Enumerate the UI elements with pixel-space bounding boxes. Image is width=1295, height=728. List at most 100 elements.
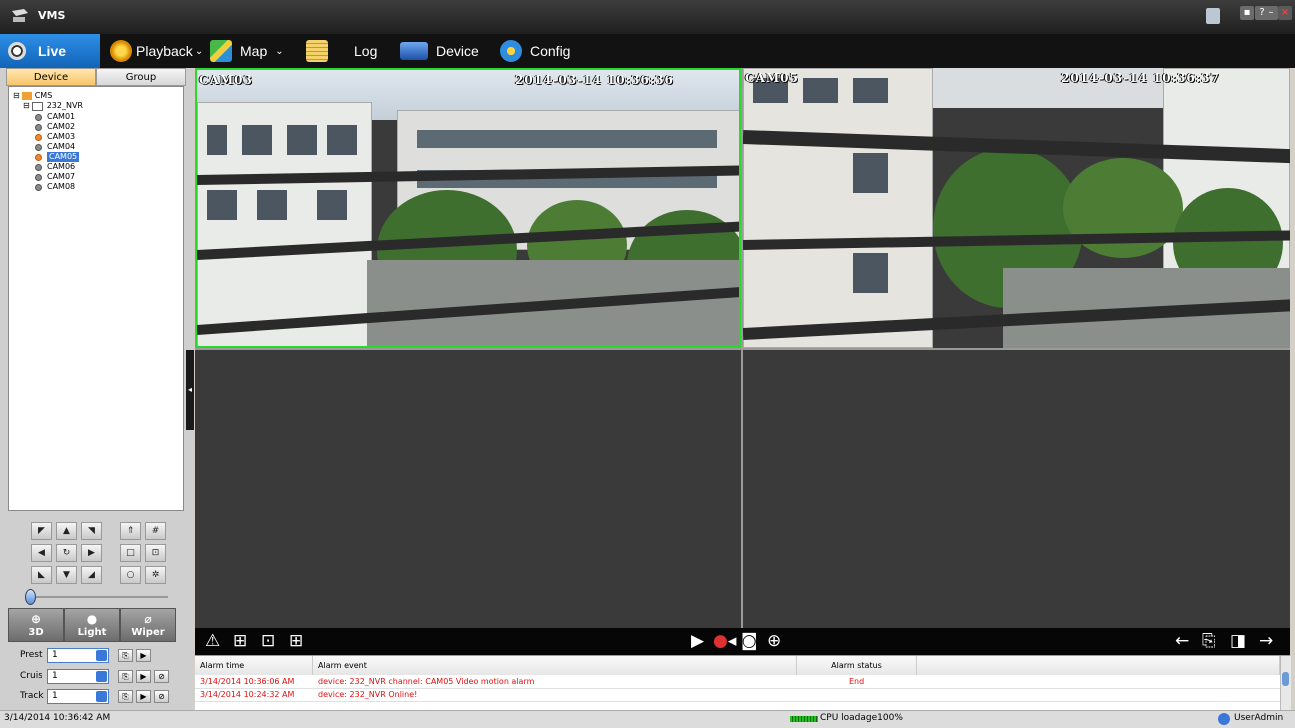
iris-open-button[interactable]: ✲ [145, 566, 166, 584]
table-row[interactable]: 3/14/2014 10:36:06 AM device: 232_NVR ch… [195, 676, 1280, 689]
collapse-icon[interactable]: ⊟ [23, 101, 30, 111]
menu-config[interactable]: Config [500, 34, 570, 68]
ptz-left[interactable]: ◀ [31, 544, 52, 562]
3d-button[interactable]: ⊕ 3D [8, 608, 64, 642]
tree-camera-item[interactable]: CAM03 [35, 132, 75, 142]
menu-playback[interactable]: Playback ⌄ [110, 34, 203, 68]
alarm-warning-icon[interactable]: ⚠ [205, 631, 220, 651]
cruise-input[interactable]: 1 [47, 669, 109, 684]
zoom-in-button[interactable]: ⇑ [120, 522, 141, 540]
network-icon[interactable] [1206, 8, 1220, 24]
track-play-icon[interactable]: ▶ [136, 690, 151, 703]
nvr-icon [31, 101, 43, 111]
col-alarm-status[interactable]: Alarm status [797, 656, 917, 675]
video-pane-1[interactable]: CAM03 2014-03-14 10:36:36 [195, 68, 741, 348]
ptz-auto[interactable]: ↻ [56, 544, 77, 562]
tree-camera-item[interactable]: CAM07 [35, 172, 75, 182]
ptz-right[interactable]: ▶ [81, 544, 102, 562]
spinner-icon[interactable] [96, 671, 107, 682]
preset-set-icon[interactable]: ⎘ [118, 649, 133, 662]
speed-slider-handle[interactable] [25, 589, 36, 605]
preset-play-icon[interactable]: ▶ [136, 649, 151, 662]
tree-camera-item[interactable]: CAM04 [35, 142, 75, 152]
lock-icon[interactable]: ▪ [1240, 6, 1254, 20]
grid-button[interactable]: # [145, 522, 166, 540]
menu-live[interactable]: Live [0, 34, 100, 68]
spinner-icon[interactable] [96, 691, 107, 702]
ptz-down[interactable]: ▼ [56, 566, 77, 584]
status-cpu: CPU loadage100% [820, 713, 903, 723]
track-stop-icon[interactable]: ⊘ [154, 690, 169, 703]
pane1-timestamp: 2014-03-14 10:36:36 [515, 73, 674, 87]
collapse-panel-handle[interactable]: ◂ [186, 350, 194, 430]
tab-group[interactable]: Group [96, 68, 186, 86]
ptz-up-right[interactable]: ◥ [81, 522, 102, 540]
video-pane-3[interactable] [195, 350, 741, 628]
tree-camera-item[interactable]: CAM01 [35, 112, 75, 122]
speed-slider-track[interactable] [28, 596, 168, 598]
layout-grid-icon[interactable]: ⊞ [289, 631, 303, 651]
menu-device[interactable]: Device [400, 34, 479, 68]
focus-far-button[interactable]: ⊡ [145, 544, 166, 562]
close-icon[interactable]: × [1278, 6, 1292, 20]
light-button[interactable]: ● Light [64, 608, 120, 642]
tree-camera-label: CAM05 [47, 152, 80, 162]
spinner-icon[interactable] [96, 650, 107, 661]
home-icon [21, 92, 32, 100]
col-alarm-time[interactable]: Alarm time [195, 656, 313, 675]
cruise-stop-icon[interactable]: ⊘ [154, 670, 169, 683]
menu-map[interactable]: Map ⌄ [210, 34, 284, 68]
tree-camera-label: CAM06 [47, 162, 76, 171]
col-empty [917, 656, 1280, 675]
main-menu-bar: Live Playback ⌄ Map ⌄ Log Device Config [0, 34, 1295, 68]
camera-icon [35, 113, 42, 121]
menu-log[interactable]: Log [306, 34, 377, 68]
track-input[interactable]: 1 [47, 689, 109, 704]
layout-quad-icon[interactable]: ⊞ [233, 631, 247, 651]
col-alarm-event[interactable]: Alarm event [313, 656, 797, 675]
exit-icon[interactable]: ⎘ [1202, 631, 1216, 651]
scrollbar-thumb[interactable] [1282, 672, 1289, 686]
digital-zoom-icon[interactable]: ⊕ [767, 631, 781, 651]
iris-close-button[interactable]: ○ [120, 566, 141, 584]
tree-camera-item[interactable]: CAM05 [35, 152, 80, 162]
ptz-up-left[interactable]: ◤ [31, 522, 52, 540]
collapse-icon[interactable]: ⊟ [13, 91, 20, 101]
back-arrow-icon[interactable]: ← [1175, 631, 1189, 651]
tree-camera-item[interactable]: CAM08 [35, 182, 75, 192]
alarm-status-cell: End [849, 677, 865, 686]
minimize-icon[interactable]: – [1264, 6, 1278, 20]
focus-near-button[interactable]: □ [120, 544, 141, 562]
wiper-button[interactable]: ⌀ Wiper [120, 608, 176, 642]
status-datetime: 3/14/2014 10:36:42 AM [4, 713, 111, 723]
tree-root[interactable]: ⊟ CMS [13, 91, 52, 101]
cruise-play-icon[interactable]: ▶ [136, 670, 151, 683]
fullscreen-icon[interactable]: ⊡ [261, 631, 275, 651]
forward-arrow-icon[interactable]: → [1259, 631, 1273, 651]
record-icon[interactable]: ●◂ [713, 631, 736, 651]
snapshot-camera-icon[interactable]: ◙ [741, 631, 758, 651]
ptz-up[interactable]: ▲ [56, 522, 77, 540]
tree-camera-item[interactable]: CAM02 [35, 122, 75, 132]
video-pane-4[interactable] [743, 350, 1290, 628]
track-set-icon[interactable]: ⎘ [118, 690, 133, 703]
alarm-table: Alarm time Alarm event Alarm status 3/14… [195, 655, 1291, 711]
camera-icon [35, 133, 42, 141]
webcam-icon [8, 42, 26, 60]
camera-icon [35, 153, 42, 161]
ptz-down-right[interactable]: ◢ [81, 566, 102, 584]
play-icon[interactable]: ▶ [691, 631, 704, 651]
preset-label: Prest [20, 650, 43, 660]
panel-toggle-icon[interactable]: ◨ [1230, 631, 1246, 651]
tree-camera-item[interactable]: CAM06 [35, 162, 75, 172]
tab-device[interactable]: Device [6, 68, 96, 86]
tree-nvr[interactable]: ⊟ 232_NVR [23, 101, 83, 111]
status-user: UserAdmin [1234, 713, 1284, 723]
cruise-set-icon[interactable]: ⎘ [118, 670, 133, 683]
preset-input[interactable]: 1 [47, 648, 109, 663]
alarm-scrollbar[interactable] [1280, 656, 1291, 711]
camera-icon [35, 163, 42, 171]
video-pane-2[interactable]: CAM05 2014-03-14 10:36:37 [743, 68, 1290, 348]
table-row[interactable]: 3/14/2014 10:24:32 AM device: 232_NVR On… [195, 689, 1280, 702]
ptz-down-left[interactable]: ◣ [31, 566, 52, 584]
